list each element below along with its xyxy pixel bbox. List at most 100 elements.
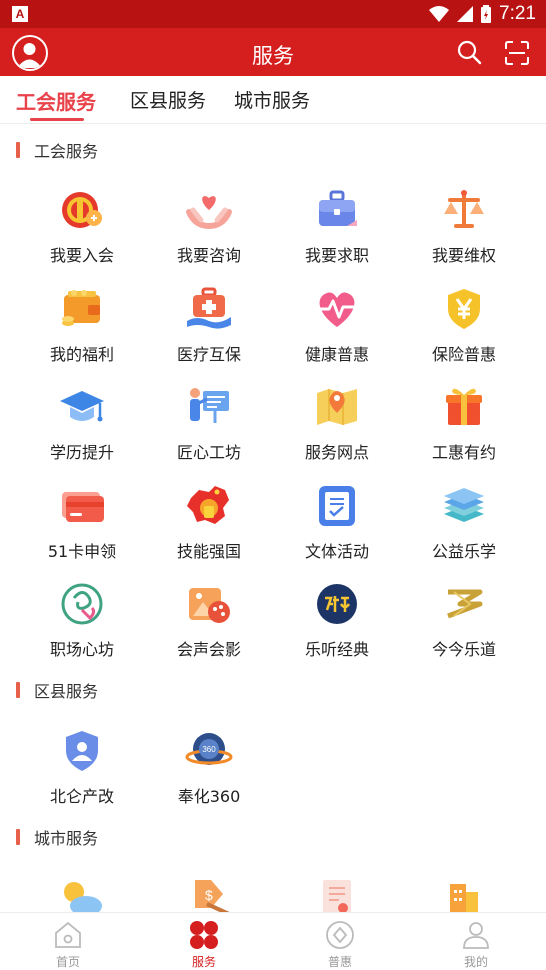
service-label: 匠心工坊 xyxy=(176,443,241,462)
service-job-search[interactable]: 我要求职 xyxy=(273,186,401,276)
graduation-cap-icon xyxy=(60,391,104,422)
service-craftsman-workshop[interactable]: 匠心工坊 xyxy=(145,383,273,473)
section-header-union: 工会服务 xyxy=(16,139,98,161)
scan-icon[interactable] xyxy=(504,40,530,66)
section-title: 城市服务 xyxy=(34,829,99,848)
nav-label: 服务 xyxy=(191,955,216,969)
service-my-welfare[interactable]: 我的福利 xyxy=(18,285,146,375)
service-label: 服务网点 xyxy=(304,443,369,462)
service-insurance-benefit[interactable]: 保险普惠 xyxy=(400,285,528,375)
briefcase-icon xyxy=(319,190,357,226)
service-skills-strong-nation[interactable]: 技能强国 xyxy=(145,482,273,572)
tab-union-service[interactable]: 工会服务 xyxy=(16,86,96,115)
section-accent-bar xyxy=(16,142,20,158)
section-header-city: 城市服务 xyxy=(16,826,98,848)
service-label: 学历提升 xyxy=(49,443,114,462)
service-audio-video[interactable]: 会声会影 xyxy=(145,580,273,670)
map-pin-icon xyxy=(317,389,357,425)
nav-home[interactable]: 首页 xyxy=(28,917,108,969)
service-join-union[interactable]: 我要入会 xyxy=(18,186,146,276)
wallet-coins-icon xyxy=(62,290,100,326)
service-label: 会声会影 xyxy=(176,640,241,659)
app-notification-icon: A xyxy=(12,6,28,22)
service-rights-protection[interactable]: 我要维权 xyxy=(400,186,528,276)
service-label: 我要咨询 xyxy=(176,246,241,265)
service-label: 北仑产改 xyxy=(49,787,114,806)
service-label: 职场心坊 xyxy=(49,640,114,659)
nav-label: 我的 xyxy=(463,955,488,969)
nav-benefits[interactable]: 普惠 xyxy=(300,917,380,969)
svg-text:$: $ xyxy=(205,887,213,903)
china-map-icon xyxy=(187,486,229,524)
heartbeat-icon xyxy=(319,292,355,327)
service-label: 健康普惠 xyxy=(304,345,369,364)
shield-yen-icon xyxy=(448,289,480,329)
service-label: 今今乐道 xyxy=(431,640,496,659)
heart-hands-icon xyxy=(186,196,232,230)
service-label: 我要入会 xyxy=(49,246,114,265)
status-bar: A 7:21 xyxy=(0,0,546,28)
signal-icon xyxy=(457,6,474,22)
service-label: 技能强国 xyxy=(176,542,241,561)
service-medical-mutual[interactable]: 医疗互保 xyxy=(145,285,273,375)
service-label: 文体活动 xyxy=(304,542,369,561)
bottom-navigation: 首页 服务 普惠 我的 xyxy=(0,912,546,969)
app-bar: 服务 xyxy=(0,28,546,76)
service-label: 保险普惠 xyxy=(431,345,496,364)
service-union-benefit-event[interactable]: 工惠有约 xyxy=(400,383,528,473)
presenter-board-icon xyxy=(190,388,229,423)
service-grid-icon xyxy=(190,921,218,949)
service-label: 乐听经典 xyxy=(304,640,369,659)
gift-icon xyxy=(446,388,482,425)
globe-360-icon: 360 xyxy=(185,733,233,765)
nav-services[interactable]: 服务 xyxy=(164,917,244,969)
section-title: 工会服务 xyxy=(34,142,99,161)
union-badge-icon xyxy=(62,192,102,228)
service-sports-culture[interactable]: 文体活动 xyxy=(273,482,401,572)
service-service-outlets[interactable]: 服务网点 xyxy=(273,383,401,473)
service-fenghua-360[interactable]: 360 奉化360 xyxy=(145,727,273,817)
tab-district-service[interactable]: 区县服务 xyxy=(130,86,206,113)
category-tabs: 工会服务 区县服务 城市服务 xyxy=(0,76,546,124)
service-workplace-mind[interactable]: 职场心坊 xyxy=(18,580,146,670)
service-label: 我的福利 xyxy=(49,345,114,364)
scales-icon xyxy=(444,190,484,228)
service-health-benefit[interactable]: 健康普惠 xyxy=(273,285,401,375)
nav-label: 首页 xyxy=(55,955,80,969)
service-label: 公益乐学 xyxy=(431,542,496,561)
image-palette-icon xyxy=(189,588,230,623)
profile-icon xyxy=(463,922,489,949)
svg-text:360: 360 xyxy=(202,745,216,754)
active-tab-indicator xyxy=(30,118,84,121)
tab-city-service[interactable]: 城市服务 xyxy=(234,86,310,113)
search-icon[interactable] xyxy=(456,39,482,65)
medical-kit-icon xyxy=(187,287,231,329)
clock: 7:21 xyxy=(499,3,536,24)
service-jinjin-talk[interactable]: 今今乐道 xyxy=(400,580,528,670)
service-label: 我要维权 xyxy=(431,246,496,265)
service-listen-classics[interactable]: 乐听经典 xyxy=(273,580,401,670)
heart-swirl-icon xyxy=(61,583,103,625)
service-consult[interactable]: 我要咨询 xyxy=(145,186,273,276)
service-education-upgrade[interactable]: 学历提升 xyxy=(18,383,146,473)
diamond-circle-icon xyxy=(326,921,354,949)
service-beilun-reform[interactable]: 北仑产改 xyxy=(18,727,146,817)
listen-logo-icon xyxy=(317,584,357,624)
service-card-application[interactable]: 51卡申领 xyxy=(18,482,146,572)
golden-logo-icon xyxy=(447,589,483,619)
section-accent-bar xyxy=(16,682,20,698)
home-icon xyxy=(55,921,81,948)
card-icon xyxy=(62,492,104,522)
service-label: 我要求职 xyxy=(304,246,369,265)
battery-icon xyxy=(481,5,492,23)
wifi-icon xyxy=(429,6,450,22)
section-accent-bar xyxy=(16,829,20,845)
service-public-learning[interactable]: 公益乐学 xyxy=(400,482,528,572)
user-shield-icon xyxy=(66,731,98,771)
service-label: 奉化360 xyxy=(177,787,241,806)
nav-profile[interactable]: 我的 xyxy=(436,917,516,969)
notebook-check-icon xyxy=(319,486,355,526)
section-header-district: 区县服务 xyxy=(16,679,98,701)
service-label: 工惠有约 xyxy=(431,443,496,462)
service-label: 医疗互保 xyxy=(176,345,241,364)
